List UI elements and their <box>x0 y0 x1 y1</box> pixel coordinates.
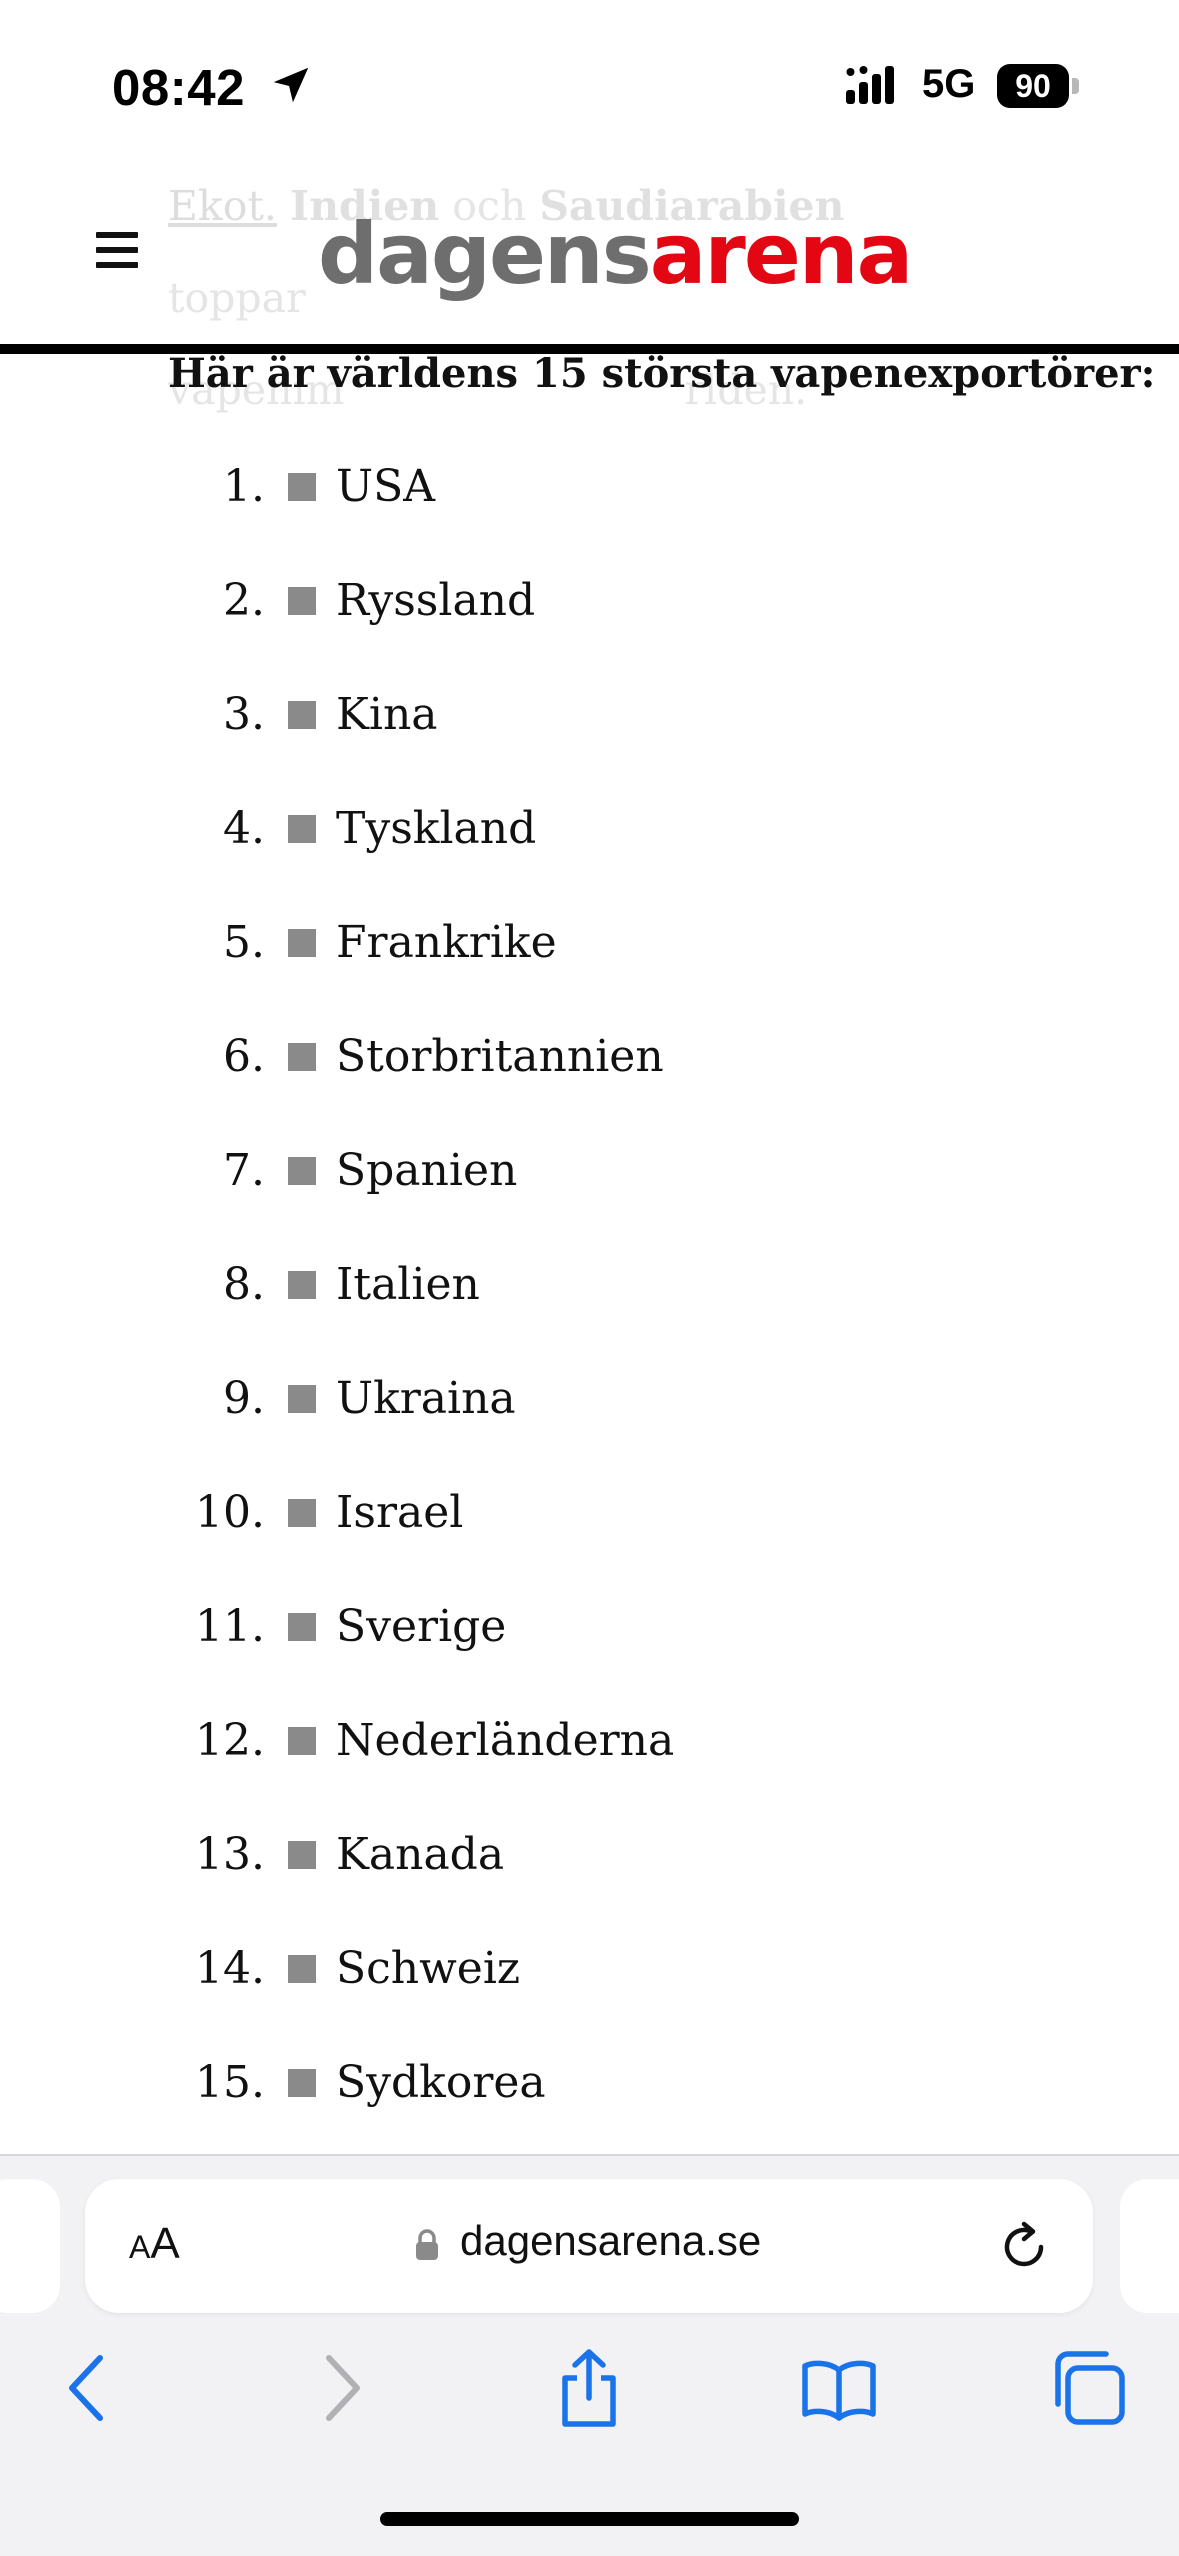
exporters-list: 1. USA 2. Ryssland 3. Kina 4. Tyskland 5. Frankri… <box>0 455 1179 2165</box>
list-item: 4. Tyskland <box>0 797 1179 911</box>
list-item-country: Sverige <box>336 1601 507 1652</box>
aa-large: A <box>150 2219 180 2268</box>
list-item: 11. Sverige <box>0 1595 1179 1709</box>
list-item-country: Schweiz <box>336 1943 521 1994</box>
list-item-country: Italien <box>336 1259 480 1310</box>
battery-cap <box>1072 78 1079 94</box>
square-bullet-icon <box>288 1727 316 1755</box>
list-item: 6. Storbritannien <box>0 1025 1179 1139</box>
faded-end: toppar <box>168 274 306 322</box>
logo-part-gray: dagens <box>318 205 652 303</box>
square-bullet-icon <box>288 1499 316 1527</box>
list-item: 5. Frankrike <box>0 911 1179 1025</box>
status-time: 08:42 <box>112 59 245 116</box>
ekot-link[interactable]: Ekot. <box>168 182 277 230</box>
previous-tab-preview[interactable] <box>0 2179 60 2313</box>
square-bullet-icon <box>288 473 316 501</box>
list-item: 13. Kanada <box>0 1823 1179 1937</box>
square-bullet-icon <box>288 1385 316 1413</box>
next-tab-preview[interactable] <box>1120 2179 1179 2313</box>
list-item: 14. Schweiz <box>0 1937 1179 2051</box>
list-item-number: 14. <box>195 1943 265 1994</box>
url-text[interactable]: dagensarena.se <box>460 2217 761 2265</box>
square-bullet-icon <box>288 1955 316 1983</box>
logo-part-red: arena <box>649 205 914 303</box>
list-item-country: USA <box>336 461 435 512</box>
list-item-number: 4. <box>223 803 265 854</box>
menu-hamburger-icon[interactable] <box>96 232 138 268</box>
square-bullet-icon <box>288 1043 316 1071</box>
battery-level: 90 <box>997 64 1069 108</box>
list-item-country: Israel <box>336 1487 464 1538</box>
list-item: 15. Sydkorea <box>0 2051 1179 2165</box>
list-item-number: 11. <box>195 1601 265 1652</box>
square-bullet-icon <box>288 2069 316 2097</box>
location-arrow-icon <box>273 67 309 103</box>
battery-icon: 90 <box>997 64 1080 108</box>
toolbar-divider <box>0 2154 1179 2156</box>
network-type: 5G <box>922 62 976 106</box>
list-item-country: Nederländerna <box>336 1715 675 1766</box>
list-item-country: Ryssland <box>336 575 536 626</box>
list-item-country: Ukraina <box>336 1373 516 1424</box>
list-item: 10. Israel <box>0 1481 1179 1595</box>
list-item-country: Tyskland <box>336 803 537 854</box>
list-item-country: Spanien <box>336 1145 518 1196</box>
list-item-number: 3. <box>223 689 265 740</box>
square-bullet-icon <box>288 1613 316 1641</box>
list-item: 8. Italien <box>0 1253 1179 1367</box>
square-bullet-icon <box>288 1271 316 1299</box>
list-item-country: Frankrike <box>336 917 557 968</box>
square-bullet-icon <box>288 929 316 957</box>
bookmarks-icon[interactable] <box>799 2348 879 2428</box>
list-item: 1. USA <box>0 455 1179 569</box>
list-item-number: 8. <box>223 1259 265 1310</box>
list-item: 9. Ukraina <box>0 1367 1179 1481</box>
aa-small: A <box>129 2229 151 2265</box>
reader-settings-button[interactable]: AA <box>129 2219 180 2269</box>
back-icon[interactable] <box>48 2348 128 2428</box>
list-item-number: 12. <box>195 1715 265 1766</box>
home-indicator[interactable] <box>380 2512 799 2526</box>
square-bullet-icon <box>288 701 316 729</box>
list-item: 12. Nederländerna <box>0 1709 1179 1823</box>
square-bullet-icon <box>288 1841 316 1869</box>
list-item-country: Kanada <box>336 1829 505 1880</box>
list-item: 2. Ryssland <box>0 569 1179 683</box>
list-item-number: 1. <box>223 461 265 512</box>
list-item-number: 13. <box>195 1829 265 1880</box>
list-item-number: 2. <box>223 575 265 626</box>
list-item-number: 9. <box>223 1373 265 1424</box>
lock-icon <box>416 2229 438 2260</box>
site-logo[interactable]: dagensarena <box>318 204 914 304</box>
square-bullet-icon <box>288 1157 316 1185</box>
reload-icon[interactable] <box>997 2217 1053 2273</box>
list-item-country: Storbritannien <box>336 1031 664 1082</box>
article-heading: Här är världens 15 största vapenexportör… <box>168 350 1156 397</box>
list-item: 3. Kina <box>0 683 1179 797</box>
square-bullet-icon <box>288 587 316 615</box>
list-item-country: Sydkorea <box>336 2057 546 2108</box>
share-icon[interactable] <box>549 2348 629 2428</box>
list-item-number: 7. <box>223 1145 265 1196</box>
list-item-number: 5. <box>223 917 265 968</box>
list-item-number: 6. <box>223 1031 265 1082</box>
list-item-country: Kina <box>336 689 438 740</box>
tabs-icon[interactable] <box>1050 2348 1130 2428</box>
address-bar[interactable]: AA dagensarena.se <box>85 2179 1093 2313</box>
list-item-number: 15. <box>195 2057 265 2108</box>
square-bullet-icon <box>288 815 316 843</box>
forward-icon[interactable] <box>301 2348 381 2428</box>
list-item-number: 10. <box>195 1487 265 1538</box>
list-item: 7. Spanien <box>0 1139 1179 1253</box>
cellular-signal-icon <box>846 66 894 104</box>
